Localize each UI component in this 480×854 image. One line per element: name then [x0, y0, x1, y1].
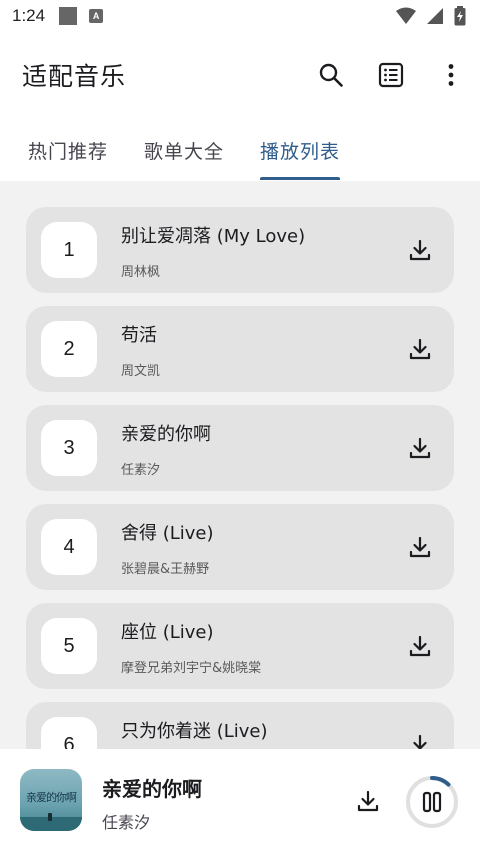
song-item[interactable]: 4 舍得 (Live) 张碧晨&王赫野: [26, 504, 454, 590]
song-item[interactable]: 1 别让爱凋落 (My Love) 周林枫: [26, 207, 454, 293]
download-icon[interactable]: [406, 632, 434, 660]
player-title: 亲爱的你啊: [102, 777, 202, 801]
download-icon[interactable]: [406, 533, 434, 561]
status-time: 1:24: [12, 6, 46, 25]
song-title: 舍得 (Live): [121, 523, 214, 544]
tab-playlists[interactable]: 歌单大全: [144, 120, 224, 180]
pause-button[interactable]: [404, 774, 460, 830]
more-vert-icon[interactable]: [436, 60, 466, 90]
download-icon[interactable]: [406, 236, 434, 264]
status-bar: 1:24 A: [0, 0, 480, 32]
song-artist: 摩登兄弟刘宇宁&姚晓棠: [121, 661, 262, 676]
song-number: 2: [41, 321, 97, 377]
song-artist: 周文凯: [121, 364, 161, 379]
song-number: 4: [41, 519, 97, 575]
song-title: 座位 (Live): [121, 622, 214, 643]
song-item[interactable]: 2 苟活 周文凯: [26, 306, 454, 392]
album-cover[interactable]: 亲爱的你啊: [20, 769, 82, 831]
list-icon[interactable]: [376, 60, 406, 90]
player-artist: 任素汐: [102, 813, 151, 832]
song-item[interactable]: 5 座位 (Live) 摩登兄弟刘宇宁&姚晓棠: [26, 603, 454, 689]
song-title: 亲爱的你啊: [121, 424, 211, 445]
song-artist: 周林枫: [121, 265, 161, 280]
download-icon[interactable]: [406, 335, 434, 363]
song-artist: 任素汐: [121, 463, 161, 478]
download-icon[interactable]: [406, 731, 434, 749]
song-title: 苟活: [121, 325, 157, 346]
song-list-area[interactable]: 1 别让爱凋落 (My Love) 周林枫 2 苟活 周文凯 3 亲爱的你啊 任…: [0, 181, 480, 749]
search-icon[interactable]: [316, 60, 346, 90]
battery-icon: [454, 6, 466, 26]
song-list: 1 别让爱凋落 (My Love) 周林枫 2 苟活 周文凯 3 亲爱的你啊 任…: [26, 207, 454, 749]
song-item[interactable]: 6 只为你着迷 (Live): [26, 702, 454, 749]
app-title: 适配音乐: [22, 62, 127, 91]
cell-signal-icon: [427, 8, 443, 24]
cover-figure: [48, 813, 52, 821]
song-number: 6: [41, 717, 97, 749]
song-number: 3: [41, 420, 97, 476]
song-artist: 张碧晨&王赫野: [121, 562, 210, 577]
pause-icon: [422, 791, 442, 813]
app-actions: [316, 40, 466, 110]
wifi-icon: [396, 7, 416, 24]
song-title: 只为你着迷 (Live): [121, 721, 268, 742]
app-bar: 适配音乐: [0, 40, 480, 110]
tab-hot-recommend[interactable]: 热门推荐: [28, 120, 108, 180]
song-number: 1: [41, 222, 97, 278]
tab-play-queue[interactable]: 播放列表: [260, 120, 341, 180]
mini-player[interactable]: 亲爱的你啊 亲爱的你啊 任素汐: [0, 749, 480, 854]
song-number: 5: [41, 618, 97, 674]
status-icons: [396, 6, 466, 26]
cover-text: 亲爱的你啊: [26, 791, 77, 804]
song-item[interactable]: 3 亲爱的你啊 任素汐: [26, 405, 454, 491]
tab-bar: 热门推荐 歌单大全 播放列表: [0, 120, 480, 180]
download-icon[interactable]: [354, 787, 382, 815]
notification-a-icon: A: [89, 9, 104, 23]
download-icon[interactable]: [406, 434, 434, 462]
notification-square-icon: [59, 7, 78, 25]
song-title: 别让爱凋落 (My Love): [121, 226, 306, 247]
